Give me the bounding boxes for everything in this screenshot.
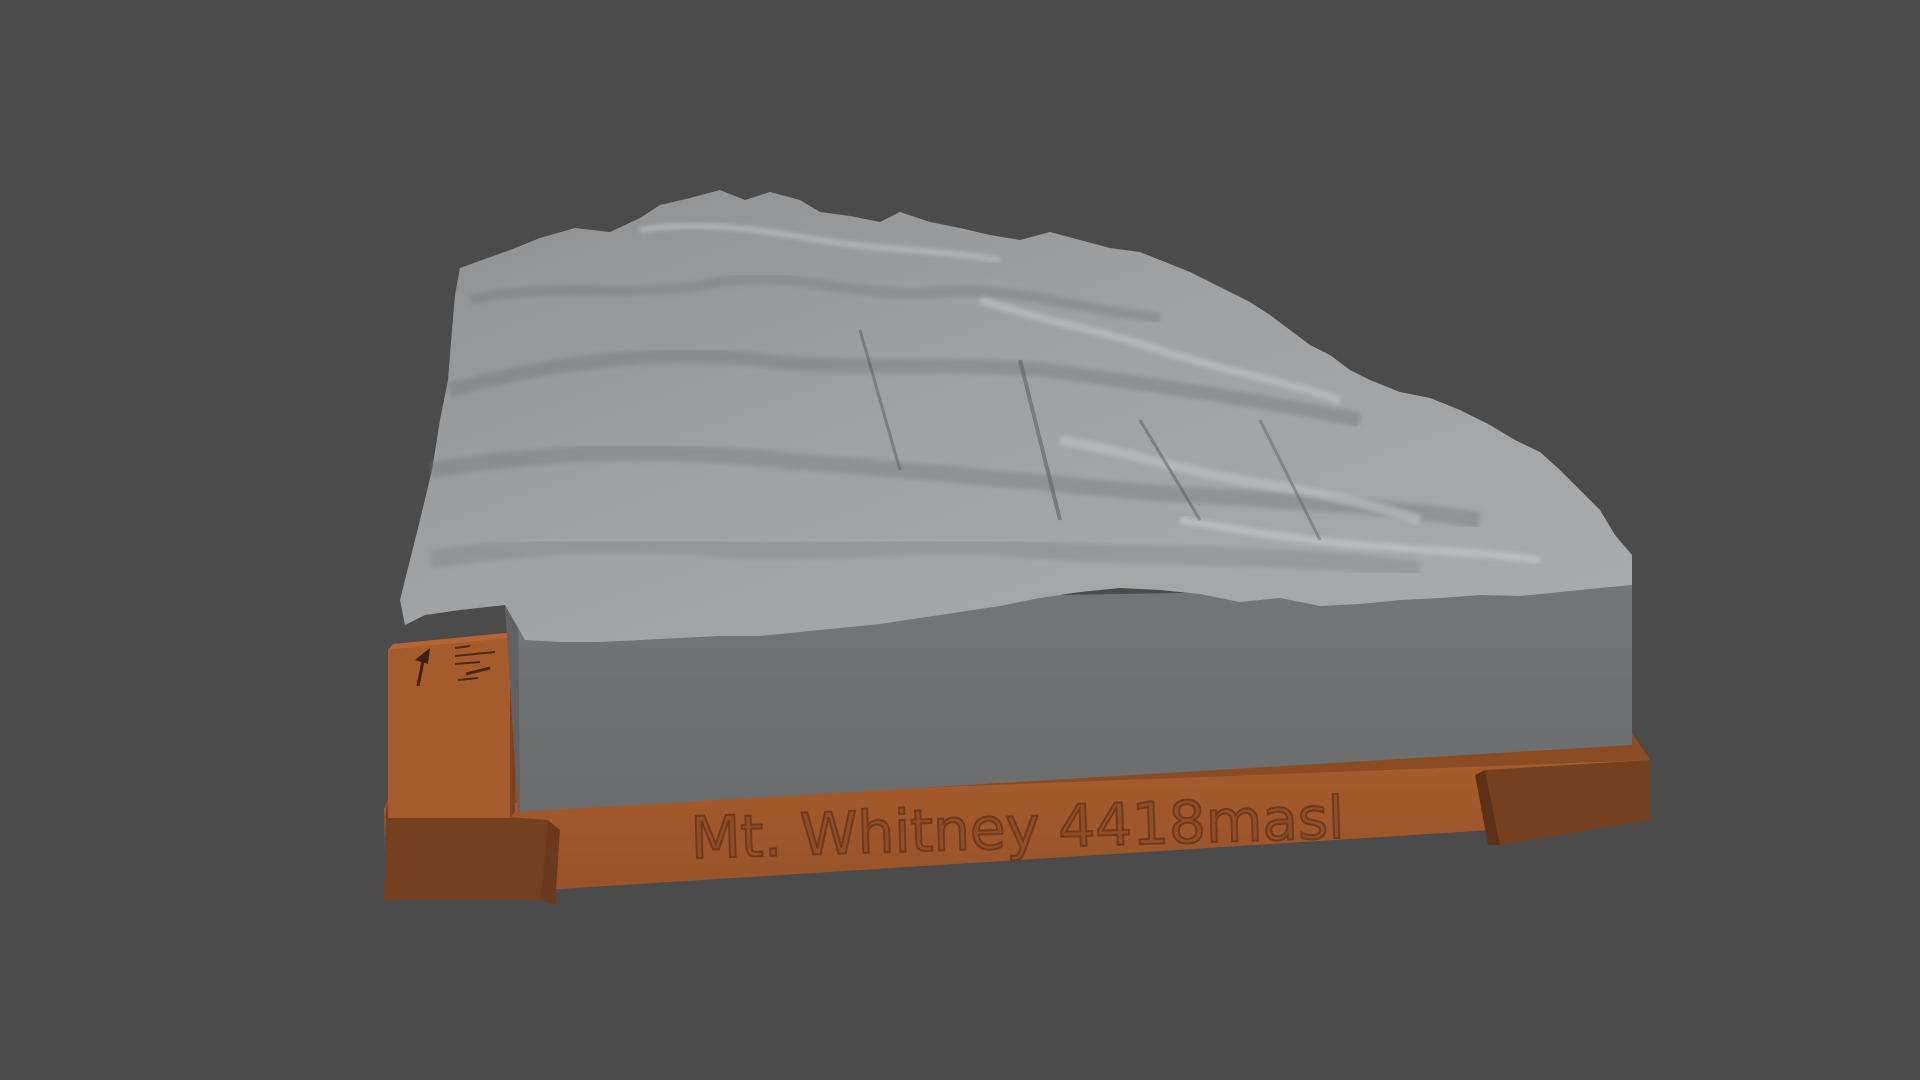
- terrain-surface: [400, 190, 1632, 642]
- terrain-model-render: Mt. Whitney 4418masl: [384, 190, 1650, 905]
- render-viewport: Mt. Whitney 4418masl: [0, 0, 1920, 1080]
